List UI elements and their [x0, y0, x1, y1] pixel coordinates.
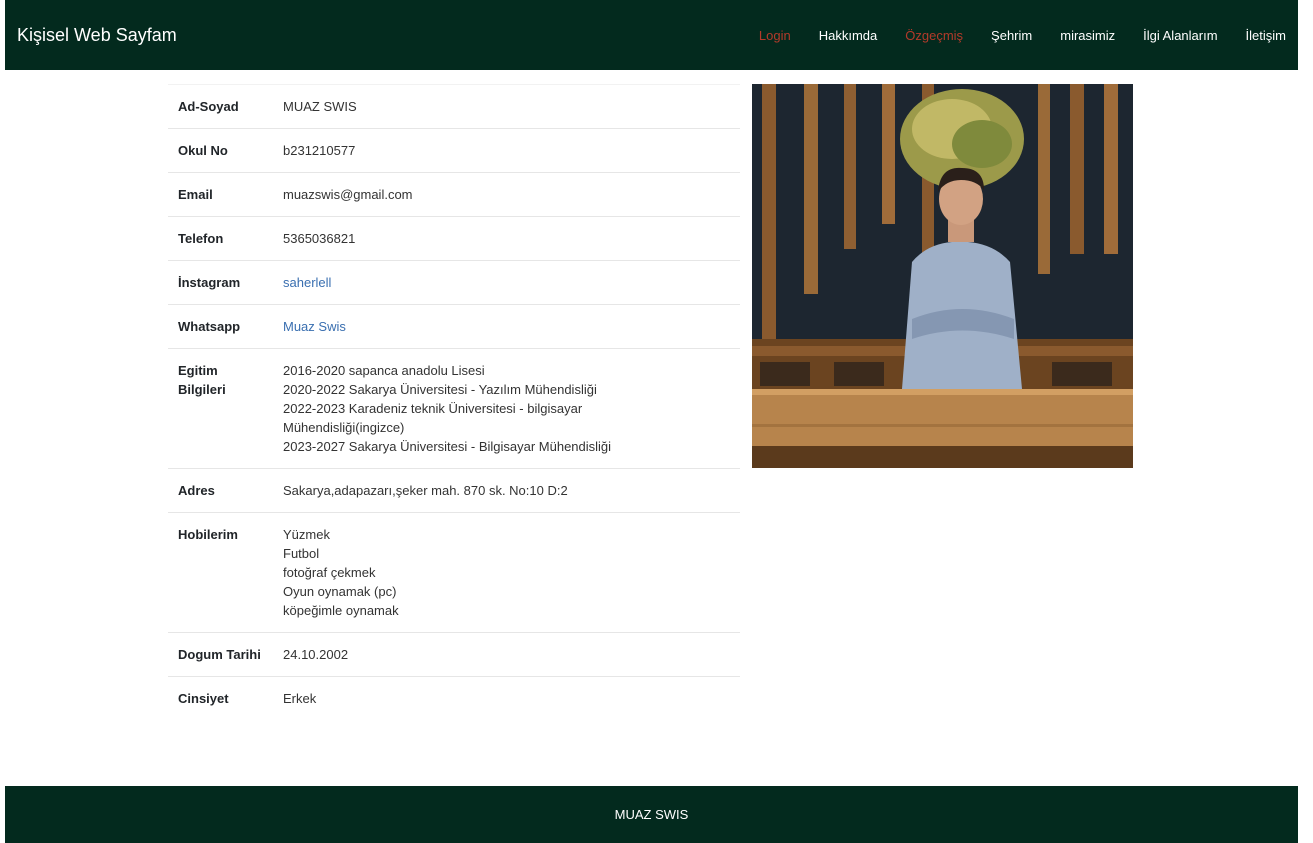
egitim-label: Egitim Bilgileri	[168, 361, 283, 456]
table-row: Dogum Tarihi 24.10.2002	[168, 632, 740, 676]
instagram-link[interactable]: saherlell	[283, 275, 331, 290]
nav-mirasimiz[interactable]: mirasimiz	[1060, 28, 1115, 43]
footer-text: MUAZ SWIS	[614, 807, 689, 822]
table-row: Adres Sakarya,adapazarı,şeker mah. 870 s…	[168, 468, 740, 512]
cinsiyet-value: Erkek	[283, 691, 317, 706]
telefon-value: 5365036821	[283, 231, 356, 246]
dogum-tarihi-label: Dogum Tarihi	[178, 647, 261, 662]
hobi-item: köpeğimle oynamak	[283, 603, 399, 618]
okul-no-value: b231210577	[283, 143, 356, 158]
instagram-cell: saherlell	[283, 273, 740, 292]
cinsiyet-label: Cinsiyet	[178, 691, 229, 706]
whatsapp-cell: Muaz Swis	[283, 317, 740, 336]
ad-soyad-label: Ad-Soyad	[178, 99, 239, 114]
okul-no-label: Okul No	[178, 143, 228, 158]
egitim-label-line: Egitim	[178, 363, 218, 378]
ad-soyad-value: MUAZ SWIS	[283, 99, 357, 114]
brand-title[interactable]: Kişisel Web Sayfam	[17, 25, 177, 46]
whatsapp-link[interactable]: Muaz Swis	[283, 319, 346, 334]
nav-links: Login Hakkımda Özgeçmiş Şehrim mirasimiz…	[731, 28, 1286, 43]
egitim-value: 2016-2020 sapanca anadolu Lisesi 2020-20…	[283, 361, 740, 456]
table-row: Ad-Soyad MUAZ SWIS	[168, 84, 740, 128]
adres-value: Sakarya,adapazarı,şeker mah. 870 sk. No:…	[283, 483, 568, 498]
egitim-line: 2016-2020 sapanca anadolu Lisesi	[283, 363, 485, 378]
nav-hakkimda[interactable]: Hakkımda	[819, 28, 878, 43]
table-row: Cinsiyet Erkek	[168, 676, 740, 720]
nav-iletisim[interactable]: İletişim	[1246, 28, 1286, 43]
table-row: Telefon 5365036821	[168, 216, 740, 260]
hobi-item: Oyun oynamak (pc)	[283, 584, 397, 599]
hobi-item: fotoğraf çekmek	[283, 565, 376, 580]
egitim-line: Mühendisliği(ingizce)	[283, 420, 405, 435]
nav-sehrim[interactable]: Şehrim	[991, 28, 1032, 43]
hobiler-value: Yüzmek Futbol fotoğraf çekmek Oyun oynam…	[283, 525, 740, 620]
email-value: muazswis@gmail.com	[283, 187, 413, 202]
table-row: Egitim Bilgileri 2016-2020 sapanca anado…	[168, 348, 740, 468]
profile-table: Ad-Soyad MUAZ SWIS Okul No b231210577 Em…	[168, 84, 740, 720]
table-row: Whatsapp Muaz Swis	[168, 304, 740, 348]
nav-login[interactable]: Login	[759, 28, 791, 43]
egitim-line: 2020-2022 Sakarya Üniversitesi - Yazılım…	[283, 382, 597, 397]
footer: MUAZ SWIS	[5, 786, 1298, 843]
navbar: Kişisel Web Sayfam Login Hakkımda Özgeçm…	[5, 0, 1298, 70]
adres-label: Adres	[178, 483, 215, 498]
email-label: Email	[178, 187, 213, 202]
profile-photo	[752, 84, 1133, 468]
nav-ozgecmis[interactable]: Özgeçmiş	[905, 28, 963, 43]
egitim-line: 2023-2027 Sakarya Üniversitesi - Bilgisa…	[283, 439, 612, 454]
telefon-label: Telefon	[178, 231, 224, 246]
table-row: İnstagram saherlell	[168, 260, 740, 304]
profile-photo-illustration	[752, 84, 1133, 468]
hobi-item: Futbol	[283, 546, 320, 561]
table-row: Hobilerim Yüzmek Futbol fotoğraf çekmek …	[168, 512, 740, 632]
hobi-item: Yüzmek	[283, 527, 330, 542]
instagram-label: İnstagram	[178, 275, 241, 290]
hobiler-label: Hobilerim	[178, 527, 238, 542]
table-row: Email muazswis@gmail.com	[168, 172, 740, 216]
whatsapp-label: Whatsapp	[178, 319, 241, 334]
dogum-tarihi-value: 24.10.2002	[283, 647, 349, 662]
table-row: Okul No b231210577	[168, 128, 740, 172]
nav-ilgi-alanlarim[interactable]: İlgi Alanlarım	[1143, 28, 1217, 43]
egitim-line: 2022-2023 Karadeniz teknik Üniversitesi …	[283, 401, 583, 416]
egitim-label-line: Bilgileri	[178, 382, 226, 397]
